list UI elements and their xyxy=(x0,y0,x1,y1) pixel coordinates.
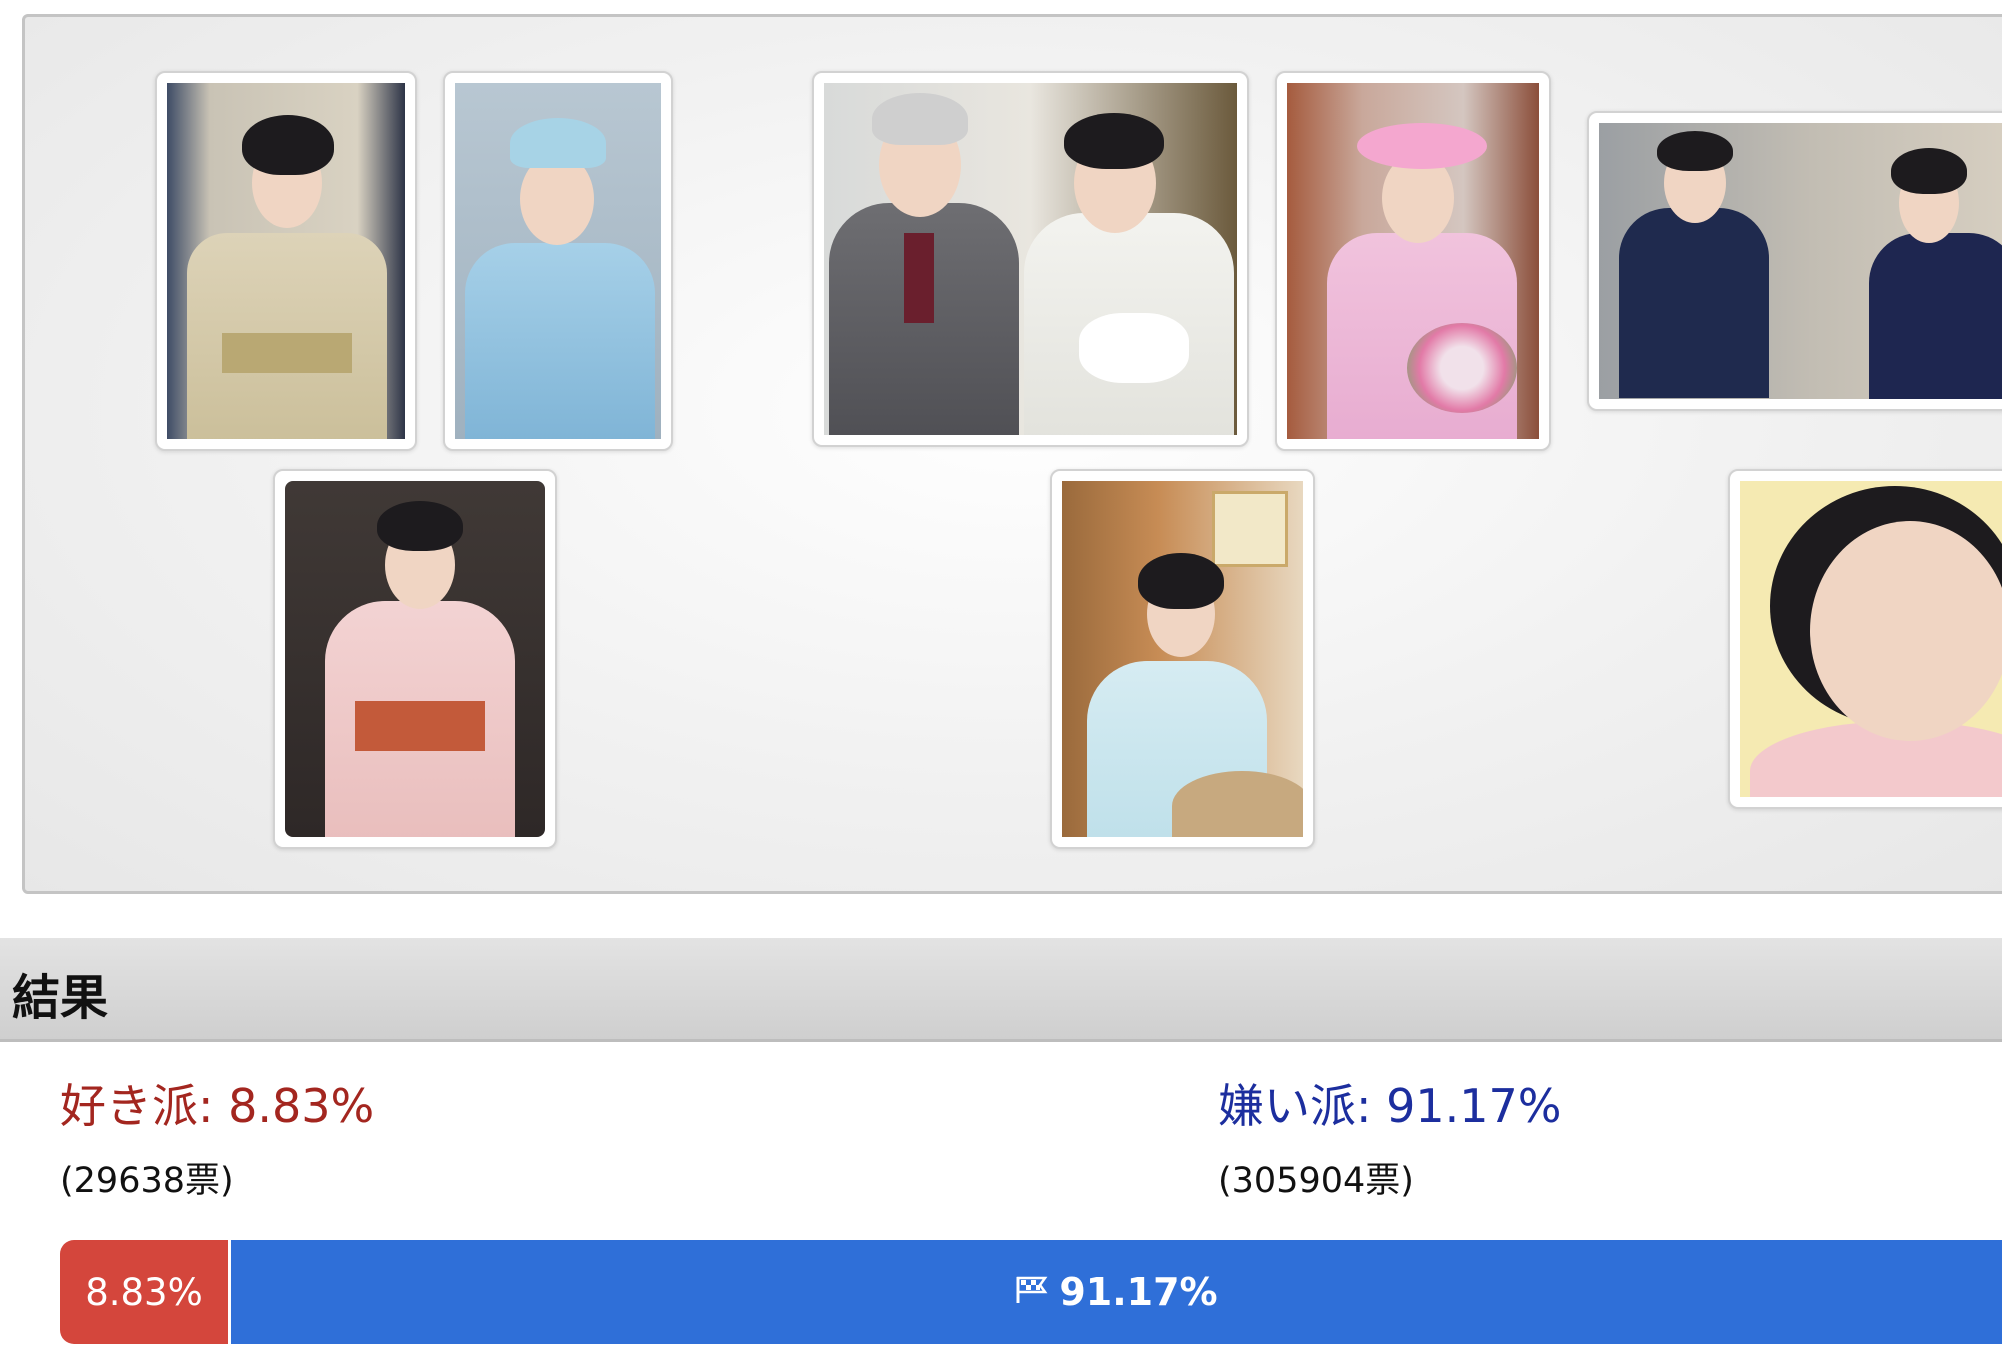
photo-blue-hat xyxy=(455,83,661,439)
photo-card[interactable] xyxy=(1587,111,2002,411)
results-header: 結果 xyxy=(0,938,2002,1042)
flag-icon xyxy=(1015,1270,1049,1314)
like-percentage-label: 好き派: 8.83% xyxy=(60,1079,375,1133)
photo-pink-kimono xyxy=(285,481,545,837)
vote-progress-bar: 8.83% 91.17% xyxy=(60,1240,2002,1344)
photo-pink-hat-bouquet xyxy=(1287,83,1539,439)
like-bar-segment: 8.83% xyxy=(60,1240,231,1344)
photo-portrait-yellow xyxy=(1740,481,2002,797)
photo-card[interactable] xyxy=(1275,71,1551,451)
photo-card[interactable] xyxy=(155,71,417,451)
photo-seated-light-blue xyxy=(1062,481,1303,837)
photo-couple-with-baby xyxy=(824,83,1237,435)
photo-card[interactable] xyxy=(812,71,1249,447)
photo-kimono-beige xyxy=(167,83,405,439)
dislike-vote-count: (305904票) xyxy=(1218,1161,1414,1201)
photo-card[interactable] xyxy=(1050,469,1315,849)
photo-card[interactable] xyxy=(1728,469,2002,809)
photo-gallery xyxy=(22,14,2002,894)
photo-card[interactable] xyxy=(443,71,673,451)
dislike-bar-segment: 91.17% xyxy=(231,1240,2002,1344)
results-title: 結果 xyxy=(12,970,109,1026)
photo-dark-suits xyxy=(1599,123,2002,399)
dislike-bar-label: 91.17% xyxy=(1059,1270,1218,1314)
photo-card[interactable] xyxy=(273,469,557,849)
like-vote-count: (29638票) xyxy=(60,1161,234,1201)
like-bar-label: 8.83% xyxy=(85,1270,203,1314)
dislike-percentage-label: 嫌い派: 91.17% xyxy=(1218,1079,1562,1133)
